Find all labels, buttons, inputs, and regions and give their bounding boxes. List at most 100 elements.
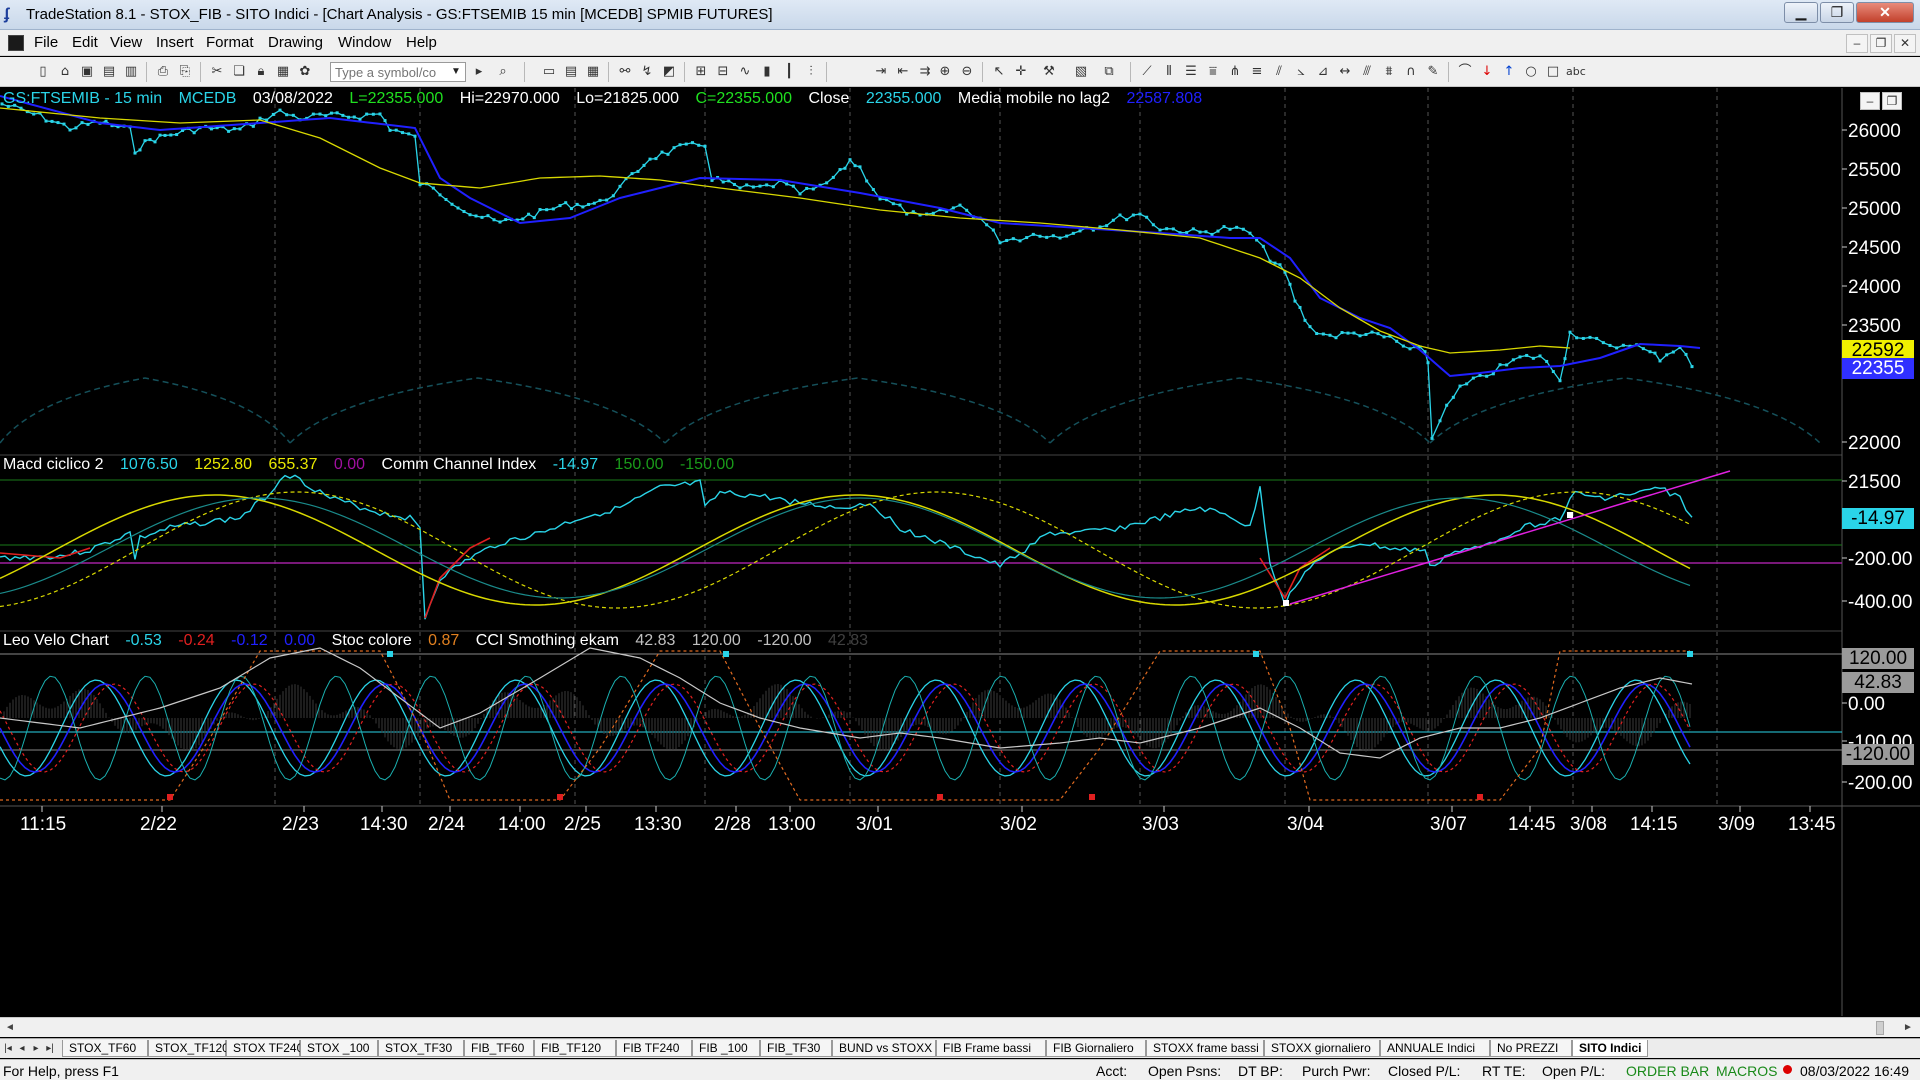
- chart-restore-button[interactable]: ❐: [1882, 92, 1902, 110]
- sheet-tab[interactable]: FIB Frame bassi: [936, 1040, 1046, 1057]
- cycle-lines-icon[interactable]: ∩: [1402, 63, 1420, 81]
- vertical-lines-icon[interactable]: ⦀: [1160, 63, 1178, 81]
- copy-icon[interactable]: ❏: [230, 63, 248, 81]
- workspace-icon[interactable]: ⧉: [1100, 63, 1118, 81]
- sheet-tab[interactable]: STOXX giornaliero: [1264, 1040, 1380, 1057]
- first-sheet-icon[interactable]: |◂: [2, 1041, 14, 1056]
- mdi-close-button[interactable]: ✕: [1894, 34, 1916, 53]
- sheet-tab[interactable]: FIB _100: [692, 1040, 760, 1057]
- matrix-icon[interactable]: ▦: [584, 63, 602, 81]
- text-tool-icon[interactable]: abc: [1566, 63, 1586, 81]
- maximize-button[interactable]: ❐: [1820, 2, 1854, 23]
- andrews-pitchfork-icon[interactable]: ⋔: [1226, 63, 1244, 81]
- ellipse-icon[interactable]: ○: [1522, 63, 1540, 81]
- scroll-right-icon[interactable]: ⇉: [916, 63, 934, 81]
- new-icon[interactable]: ▯: [34, 63, 52, 81]
- bar-type-icon[interactable]: ▮: [758, 63, 776, 81]
- chart-minimize-button[interactable]: –: [1860, 92, 1880, 110]
- menu-edit[interactable]: Edit: [72, 34, 98, 51]
- sheet-tab[interactable]: SITO Indici: [1572, 1040, 1648, 1057]
- crosshair-icon[interactable]: ✛: [1012, 63, 1030, 81]
- prev-sheet-icon[interactable]: ◂: [16, 1041, 28, 1056]
- menu-format[interactable]: Format: [206, 34, 254, 51]
- menu-drawing[interactable]: Drawing: [268, 34, 323, 51]
- menu-file[interactable]: File: [34, 34, 58, 51]
- order-bar-button[interactable]: ORDER BAR: [1626, 1063, 1709, 1079]
- pointer-icon[interactable]: ↖: [990, 63, 1008, 81]
- ratio-lines-icon[interactable]: ⊿: [1314, 63, 1332, 81]
- format-window-icon[interactable]: ◩: [660, 63, 678, 81]
- speed-lines-icon[interactable]: ↔: [1336, 63, 1354, 81]
- horizontal-line-icon[interactable]: ☰: [1182, 63, 1200, 81]
- zoom-in-icon[interactable]: ⊕: [936, 63, 954, 81]
- chart-window-icon[interactable]: ▭: [540, 63, 558, 81]
- pencil-icon[interactable]: ✎: [1424, 63, 1442, 81]
- expand-bars-icon[interactable]: ⇤: [894, 63, 912, 81]
- sheet-tab[interactable]: STOX_TF30: [378, 1040, 464, 1057]
- sheet-tab[interactable]: ANNUALE Indici: [1380, 1040, 1490, 1057]
- cut-icon[interactable]: ✂: [208, 63, 226, 81]
- gann-fan-icon[interactable]: ⦣: [1292, 63, 1310, 81]
- print-preview-icon[interactable]: ⎘: [176, 63, 194, 81]
- symbol-search-box[interactable]: ▼: [330, 62, 466, 82]
- macros-button[interactable]: MACROS: [1716, 1063, 1777, 1079]
- chart-analysis-window[interactable]: 2600025500250002450024000235002300022000…: [0, 88, 1920, 1016]
- print-icon[interactable]: ⎙: [154, 63, 172, 81]
- rectangle-icon[interactable]: □: [1544, 63, 1562, 81]
- sheet-tab[interactable]: FIB_TF60: [464, 1040, 534, 1057]
- chart-horizontal-scrollbar[interactable]: ◄ ►: [0, 1017, 1920, 1037]
- insert-analysis-icon[interactable]: ⊞: [692, 63, 710, 81]
- menu-view[interactable]: View: [110, 34, 142, 51]
- save-icon[interactable]: ▤: [100, 63, 118, 81]
- channel-icon[interactable]: ⩸: [1204, 63, 1222, 81]
- menu-window[interactable]: Window: [338, 34, 391, 51]
- fibonacci-icon[interactable]: ≡: [1248, 63, 1266, 81]
- quadrant-icon[interactable]: ⩩: [1380, 63, 1398, 81]
- radarscreen-icon[interactable]: ▤: [562, 63, 580, 81]
- close-button[interactable]: ✕: [1856, 2, 1914, 23]
- minimize-button[interactable]: ▁: [1784, 2, 1818, 23]
- sheet-tab[interactable]: FIB TF240: [616, 1040, 692, 1057]
- sheet-tab[interactable]: STOX _100: [300, 1040, 378, 1057]
- chart-canvas[interactable]: 2600025500250002450024000235002300022000…: [0, 88, 1920, 1016]
- symbol-lookup-icon[interactable]: ⌕: [494, 63, 512, 81]
- last-sheet-icon[interactable]: ▸|: [44, 1041, 56, 1056]
- chart-window-icon[interactable]: [8, 35, 24, 51]
- open-icon[interactable]: ⌂: [56, 63, 74, 81]
- macro-icon[interactable]: ✿: [296, 63, 314, 81]
- sheet-tab[interactable]: STOXX frame bassi: [1146, 1040, 1264, 1057]
- mdi-restore-button[interactable]: ❐: [1870, 34, 1892, 53]
- zoom-out-icon[interactable]: ⊖: [958, 63, 976, 81]
- link-icon[interactable]: ⚯: [616, 63, 634, 81]
- next-sheet-icon[interactable]: ▸: [30, 1041, 42, 1056]
- sheet-tab[interactable]: STOX_TF60: [62, 1040, 148, 1057]
- sheet-tab[interactable]: FIB_TF30: [760, 1040, 832, 1057]
- arc-icon[interactable]: ⌒: [1456, 63, 1474, 81]
- mdi-minimize-button[interactable]: –: [1846, 34, 1868, 53]
- menu-help[interactable]: Help: [406, 34, 437, 51]
- arrow-down-icon[interactable]: ↓: [1478, 63, 1496, 81]
- scroll-thumb[interactable]: [1876, 1021, 1884, 1035]
- paste-icon[interactable]: ▦: [274, 63, 292, 81]
- open-workspace-icon[interactable]: ▣: [78, 63, 96, 81]
- hammer-icon[interactable]: ⚒: [1040, 63, 1058, 81]
- sheet-tab[interactable]: No PREZZI: [1490, 1040, 1572, 1057]
- sheet-tab[interactable]: STOX TF240: [226, 1040, 303, 1057]
- sheet-tab[interactable]: FIB Giornaliero: [1046, 1040, 1146, 1057]
- fib-extension-icon[interactable]: ⫽: [1270, 63, 1288, 81]
- format-symbol-icon[interactable]: ↯: [638, 63, 656, 81]
- save-all-icon[interactable]: ▥: [122, 63, 140, 81]
- arrow-up-icon[interactable]: ↑: [1500, 63, 1518, 81]
- compress-bars-icon[interactable]: ⇥: [872, 63, 890, 81]
- scroll-right-icon[interactable]: ►: [1900, 1021, 1916, 1035]
- indicator-icon[interactable]: ∿: [736, 63, 754, 81]
- chevron-down-icon[interactable]: ▼: [449, 63, 463, 81]
- parallel-lines-icon[interactable]: ⫻: [1358, 63, 1376, 81]
- candlestick-icon[interactable]: ┃: [780, 63, 798, 81]
- trendline-icon[interactable]: ⟋: [1138, 63, 1156, 81]
- sheet-tab[interactable]: BUND vs STOXX: [832, 1040, 936, 1057]
- play-arrow-icon[interactable]: ▸: [470, 63, 488, 81]
- scroll-left-icon[interactable]: ◄: [2, 1021, 18, 1035]
- bar-chart-icon[interactable]: ⫶: [802, 63, 820, 81]
- insert-strategy-icon[interactable]: ⊟: [714, 63, 732, 81]
